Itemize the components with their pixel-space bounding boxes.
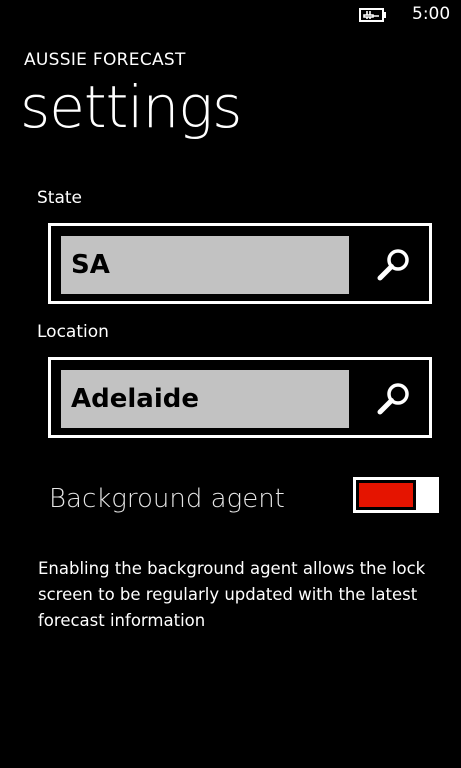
location-field: Adelaide <box>48 357 432 438</box>
state-field: SA <box>48 223 432 304</box>
app-title: AUSSIE FORECAST <box>24 50 186 70</box>
background-agent-label: Background agent <box>49 484 285 514</box>
battery-charging-icon <box>359 8 386 22</box>
search-icon[interactable] <box>373 244 415 286</box>
page-title: settings <box>20 73 242 141</box>
background-agent-description: Enabling the background agent allows the… <box>38 559 426 630</box>
state-label: State <box>37 188 82 208</box>
location-label: Location <box>37 322 109 342</box>
status-bar: 5:00 <box>0 0 461 32</box>
location-input[interactable]: Adelaide <box>61 370 349 428</box>
toggle-knob[interactable] <box>419 477 439 513</box>
search-icon[interactable] <box>373 378 415 420</box>
state-input[interactable]: SA <box>61 236 349 294</box>
background-agent-toggle[interactable] <box>353 477 439 513</box>
clock: 5:00 <box>412 4 451 24</box>
toggle-fill <box>359 483 413 507</box>
